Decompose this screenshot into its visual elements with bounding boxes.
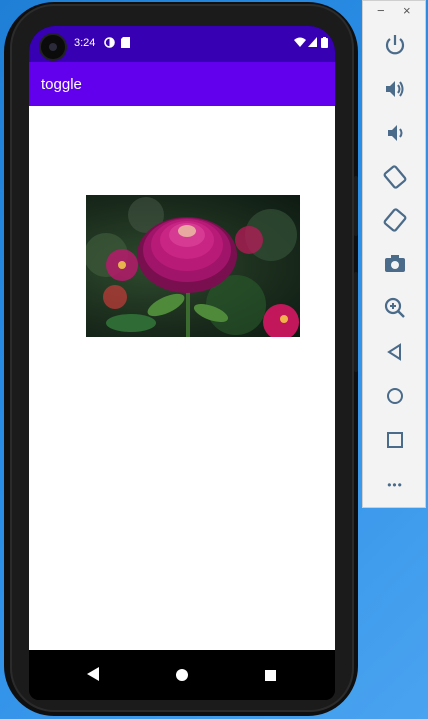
nav-recents-button[interactable] <box>265 668 276 686</box>
power-icon <box>385 35 405 55</box>
back-triangle-icon <box>87 667 99 681</box>
emulator-overview-button[interactable] <box>381 426 409 454</box>
rotate-right-button[interactable] <box>381 206 409 234</box>
home-circle-icon <box>176 669 188 681</box>
overview-icon <box>387 432 403 448</box>
emulator-back-button[interactable] <box>381 338 409 366</box>
more-button[interactable]: ••• <box>381 471 409 499</box>
back-icon <box>387 343 401 361</box>
flower-image[interactable] <box>86 195 300 337</box>
app-bar: toggle <box>29 62 335 106</box>
nav-home-button[interactable] <box>176 668 188 686</box>
volume-up-icon <box>386 81 404 97</box>
home-icon <box>387 388 403 404</box>
emulator-home-button[interactable] <box>381 382 409 410</box>
camera-icon <box>385 255 405 272</box>
screenshot-button[interactable] <box>381 250 409 278</box>
sd-card-icon <box>121 37 130 52</box>
zoom-in-icon <box>384 297 405 318</box>
power-side-button <box>354 176 358 236</box>
volume-up-button[interactable] <box>381 75 409 103</box>
flower-illustration <box>86 197 299 337</box>
rotate-right-icon <box>383 208 407 232</box>
volume-down-button[interactable] <box>381 119 409 147</box>
status-bar: 3:24 <box>29 26 335 62</box>
content-area <box>29 106 335 650</box>
signal-icon <box>308 37 317 51</box>
nav-back-button[interactable] <box>87 667 99 686</box>
wifi-icon <box>294 37 306 51</box>
device-screen: 3:24 toggle <box>29 26 335 700</box>
status-time: 3:24 <box>74 37 96 49</box>
sync-icon <box>104 37 115 52</box>
recents-square-icon <box>265 670 276 681</box>
close-button[interactable]: × <box>403 3 411 18</box>
volume-side-button <box>354 272 358 372</box>
rotate-left-button[interactable] <box>381 163 409 191</box>
volume-down-icon <box>388 125 403 141</box>
rotate-left-icon <box>383 165 407 189</box>
front-camera <box>41 35 65 59</box>
minimize-button[interactable]: − <box>377 3 385 18</box>
power-button[interactable] <box>381 31 409 59</box>
battery-icon <box>321 37 328 52</box>
zoom-button[interactable] <box>381 294 409 322</box>
app-title: toggle <box>41 76 82 93</box>
emulator-panel: − × ••• <box>362 0 426 508</box>
nav-bar <box>29 650 335 700</box>
